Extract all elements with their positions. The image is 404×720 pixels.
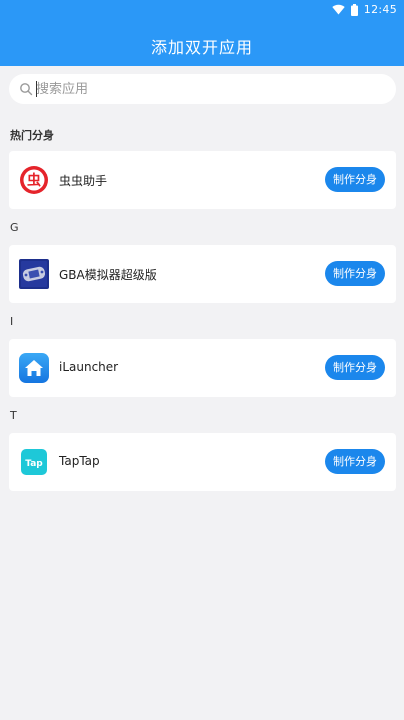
text-cursor [36, 81, 37, 97]
section-label-i: I [10, 315, 14, 328]
make-clone-button[interactable]: 制作分身 [325, 261, 385, 286]
chongchong-icon: 虫 [19, 165, 49, 195]
app-name: iLauncher [59, 360, 119, 374]
ilauncher-home-icon [19, 353, 49, 383]
section-label-t: T [10, 409, 17, 422]
gba-emulator-icon [19, 259, 49, 289]
status-time: 12:45 [363, 3, 397, 16]
make-clone-button[interactable]: 制作分身 [325, 355, 385, 380]
search-input[interactable] [36, 74, 376, 104]
make-clone-button[interactable]: 制作分身 [325, 167, 385, 192]
section-label-hot: 热门分身 [10, 129, 54, 142]
taptap-icon: Tap [21, 449, 47, 475]
app-name: TapTap [59, 454, 100, 468]
app-row-ilauncher: iLauncher 制作分身 [9, 339, 396, 397]
page-title: 添加双开应用 [150, 38, 253, 57]
app-name: 虫虫助手 [59, 174, 108, 188]
section-label-g: G [10, 221, 19, 234]
make-clone-button[interactable]: 制作分身 [325, 449, 385, 474]
status-bar: 12:45 [0, 0, 404, 22]
battery-icon [350, 3, 358, 16]
taptap-icon-glyph: Tap [25, 459, 43, 469]
app-row-gba: GBA模拟器超级版 制作分身 [9, 245, 396, 303]
search-bar[interactable] [9, 74, 396, 104]
app-row-chongchong: 虫 虫虫助手 制作分身 [9, 151, 396, 209]
chongchong-icon-glyph: 虫 [27, 172, 41, 189]
app-name: GBA模拟器超级版 [59, 268, 157, 282]
search-icon [20, 83, 33, 96]
status-icons: 12:45 [332, 3, 397, 16]
wifi-icon [332, 4, 345, 15]
app-row-taptap: Tap TapTap 制作分身 [9, 433, 396, 491]
app-bar: 添加双开应用 [0, 22, 404, 66]
